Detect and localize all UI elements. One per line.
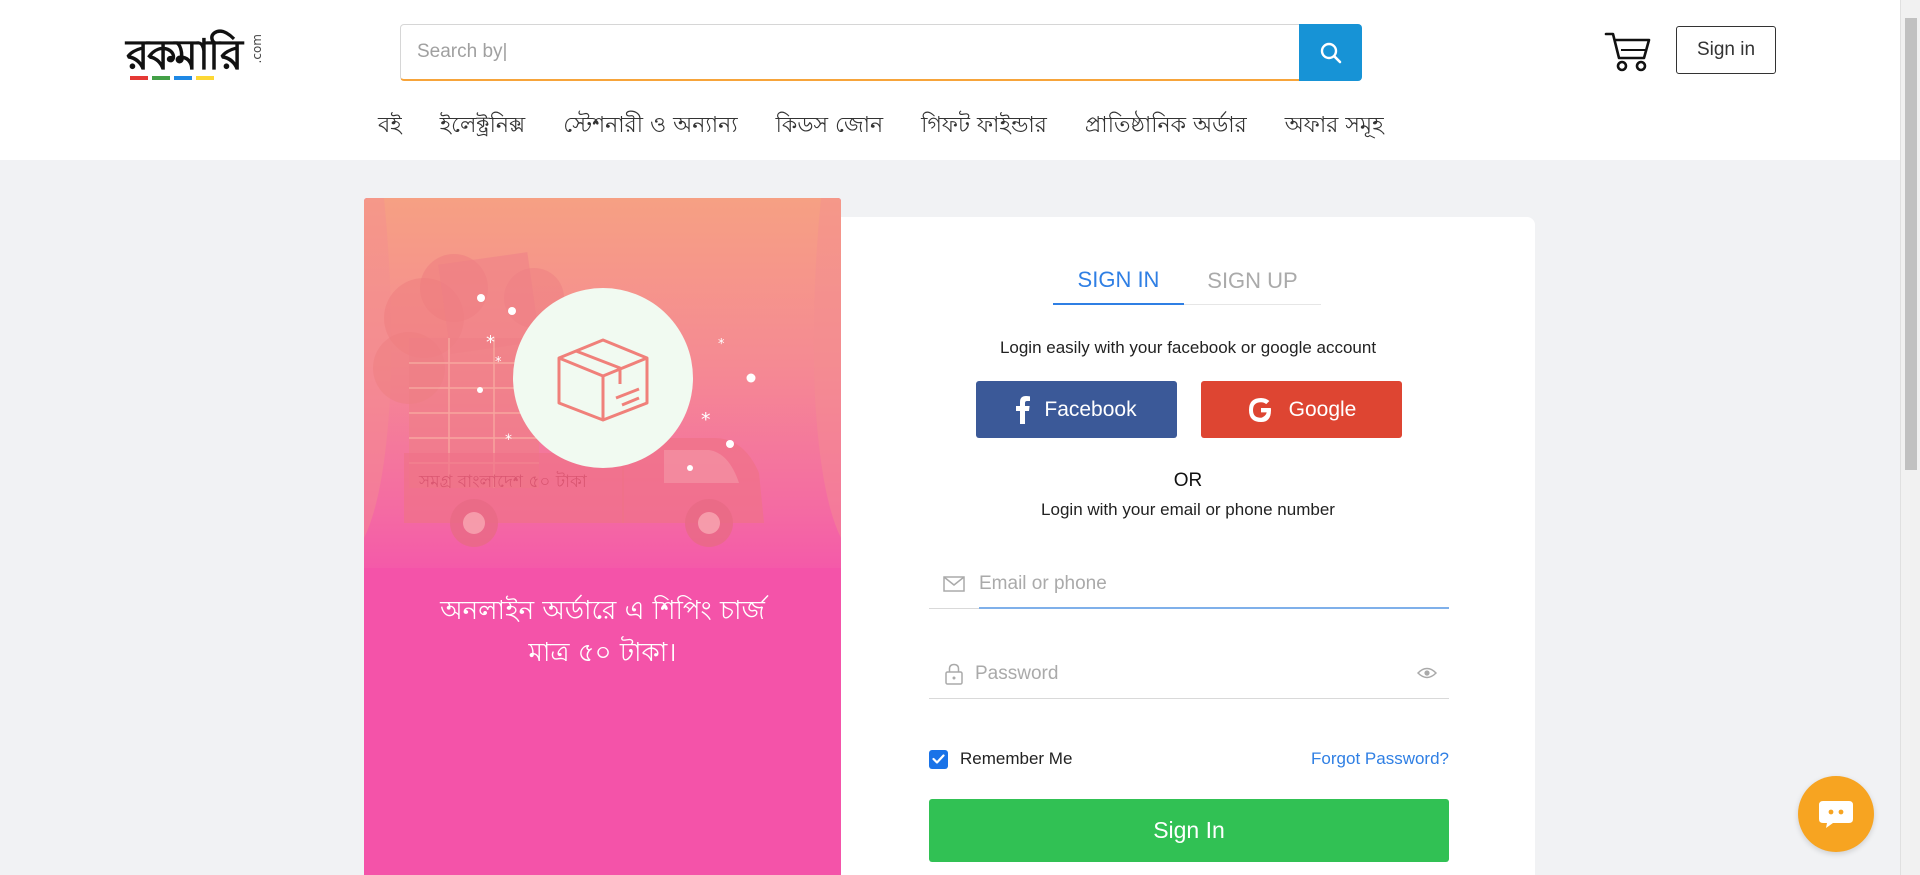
cart-icon xyxy=(1604,32,1651,72)
cart-button[interactable] xyxy=(1604,28,1652,74)
nav-item-stationery[interactable]: স্টেশনারী ও অন্যান্য xyxy=(563,106,737,146)
search-icon xyxy=(1320,42,1341,63)
login-card: SIGN IN SIGN UP Login easily with your f… xyxy=(841,217,1535,875)
promo-line-1: অনলাইন অর্ডারে এ শিপিং চার্জ xyxy=(440,596,765,626)
logo-wordmark: রকমারি xyxy=(126,30,243,79)
logo-color-bar-green xyxy=(152,76,170,80)
search-button[interactable] xyxy=(1299,24,1362,81)
social-login-hint: Login easily with your facebook or googl… xyxy=(999,338,1377,357)
sign-in-submit-button[interactable]: Sign In xyxy=(929,799,1449,862)
site-logo[interactable]: রকমারি .com xyxy=(126,30,266,80)
envelope-icon xyxy=(943,576,965,592)
facebook-login-button[interactable]: Facebook xyxy=(976,381,1177,438)
facebook-icon xyxy=(1016,395,1031,424)
search-bar xyxy=(400,24,1362,81)
or-divider: OR xyxy=(1173,470,1203,491)
logo-domain-suffix: .com xyxy=(250,34,264,64)
main-nav: বই ইলেক্ট্রনিক্স স্টেশনারী ও অন্যান্য কি… xyxy=(378,106,1422,146)
nav-item-books[interactable]: বই xyxy=(378,106,402,146)
nav-item-gift-finder[interactable]: গিফট ফাইন্ডার xyxy=(921,106,1047,146)
delivery-truck-illustration: সমগ্র বাংলাদেশ ৫০ টাকা * * * * * xyxy=(364,198,841,547)
eye-icon[interactable] xyxy=(1417,666,1437,680)
page-scrollbar[interactable] xyxy=(1900,0,1920,875)
logo-color-bar-blue xyxy=(174,76,192,80)
svg-text:*: * xyxy=(718,337,725,352)
truck-side-text: সমগ্র বাংলাদেশ ৫০ টাকা xyxy=(418,471,588,492)
nav-item-electronics[interactable]: ইলেক্ট্রনিক্স xyxy=(440,106,525,146)
google-icon xyxy=(1248,397,1271,422)
site-header: রকমারি .com Sign in বই ইলেক্ট্রনিক্স স্ট… xyxy=(0,0,1900,160)
shipping-promo-banner: সমগ্র বাংলাদেশ ৫০ টাকা * * * * * অনলাইন … xyxy=(364,198,841,875)
scrollbar-thumb[interactable] xyxy=(1905,18,1917,470)
facebook-login-label: Facebook xyxy=(1044,397,1137,421)
remember-me[interactable]: Remember Me xyxy=(929,747,1072,771)
remember-me-checkbox[interactable] xyxy=(929,749,948,769)
email-login-hint: Login with your email or phone number xyxy=(1041,500,1335,519)
nav-item-corporate-order[interactable]: প্রাতিষ্ঠানিক অর্ডার xyxy=(1085,106,1247,146)
remember-me-label: Remember Me xyxy=(960,749,1073,768)
lock-icon xyxy=(945,663,963,685)
svg-text:*: * xyxy=(701,409,711,431)
email-field-focus-underline xyxy=(979,607,1449,609)
chat-icon xyxy=(1819,801,1853,828)
tab-sign-up[interactable]: SIGN UP xyxy=(1184,257,1321,305)
svg-text:*: * xyxy=(495,355,502,370)
chat-widget-button[interactable] xyxy=(1798,776,1874,852)
google-login-button[interactable]: Google xyxy=(1201,381,1402,438)
promo-line-2: মাত্র ৫০ টাকা। xyxy=(528,638,677,668)
search-input[interactable] xyxy=(400,24,1302,81)
google-login-label: Google xyxy=(1288,397,1357,421)
header-signin-button[interactable]: Sign in xyxy=(1676,26,1776,74)
logo-color-bar-yellow xyxy=(196,76,214,80)
nav-item-kids-zone[interactable]: কিডস জোন xyxy=(776,106,884,146)
forgot-password-link[interactable]: Forgot Password? xyxy=(1311,747,1449,771)
email-input[interactable] xyxy=(979,567,1419,601)
password-field xyxy=(929,649,1449,699)
svg-text:*: * xyxy=(486,332,495,353)
checkmark-icon xyxy=(932,754,945,764)
logo-color-bar-red xyxy=(130,76,148,80)
promo-message: অনলাইন অর্ডারে এ শিপিং চার্জ মাত্র ৫০ টা… xyxy=(364,590,841,674)
svg-text:*: * xyxy=(505,432,512,448)
email-field xyxy=(929,559,1449,609)
tab-sign-in[interactable]: SIGN IN xyxy=(1053,257,1184,305)
auth-tabs: SIGN IN SIGN UP xyxy=(1053,257,1321,305)
nav-item-offers[interactable]: অফার সমূহ xyxy=(1285,106,1384,146)
password-input[interactable] xyxy=(975,657,1415,691)
